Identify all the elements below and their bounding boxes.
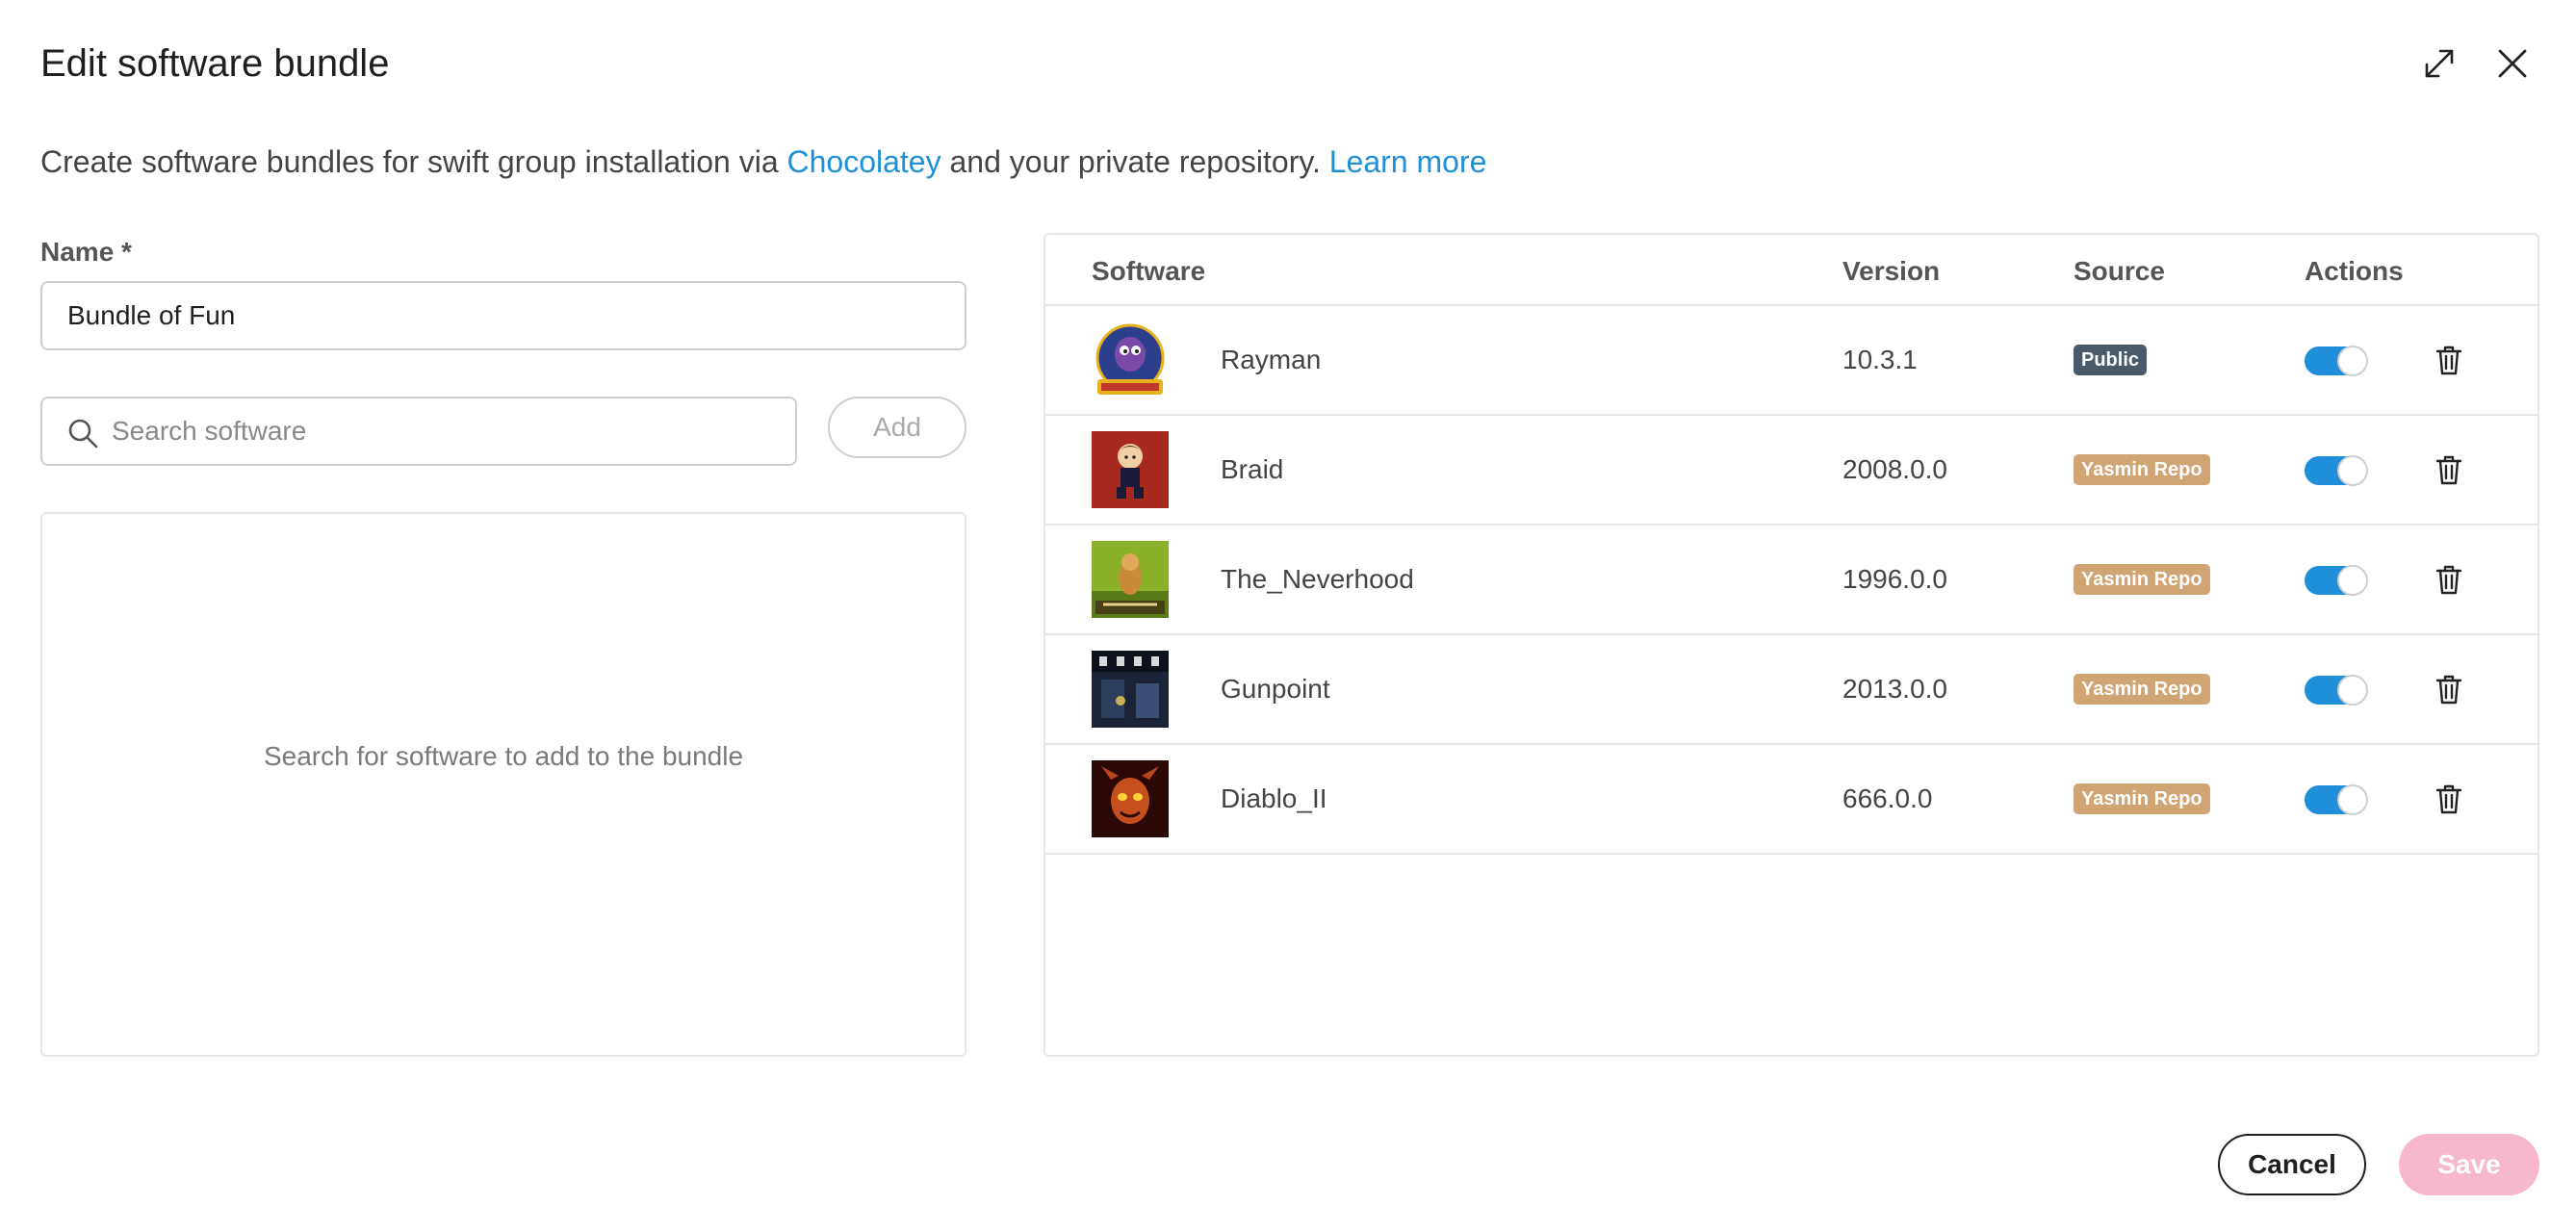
search-icon <box>65 416 100 450</box>
source-badge: Public <box>2074 345 2148 375</box>
enable-toggle[interactable] <box>2305 784 2368 815</box>
toggle-knob <box>2337 565 2368 596</box>
toggle-knob <box>2337 784 2368 815</box>
table-row: Braid 2008.0.0 Yasmin Repo <box>1045 416 2537 526</box>
toggle-knob <box>2337 455 2368 486</box>
software-version: 1996.0.0 <box>1842 564 1947 594</box>
software-table: Software Version Source Actions Rayman 1… <box>1043 233 2539 1057</box>
software-name: Gunpoint <box>1221 674 1330 704</box>
trash-icon[interactable] <box>2432 562 2466 597</box>
software-version: 666.0.0 <box>1842 783 1933 813</box>
header-actions: Actions <box>2305 256 2404 286</box>
table-header: Software Version Source Actions <box>1045 235 2537 306</box>
source-badge: Yasmin Repo <box>2074 454 2210 485</box>
enable-toggle[interactable] <box>2305 675 2368 706</box>
toggle-knob <box>2337 346 2368 376</box>
cancel-button[interactable]: Cancel <box>2218 1134 2366 1195</box>
enable-toggle[interactable] <box>2305 346 2368 376</box>
enable-toggle[interactable] <box>2305 565 2368 596</box>
description-text: Create software bundles for swift group … <box>40 144 787 179</box>
learn-more-link[interactable]: Learn more <box>1329 144 1487 179</box>
braid-thumbnail <box>1092 431 1169 508</box>
description-text-2: and your private repository. <box>940 144 1329 179</box>
source-badge: Yasmin Repo <box>2074 674 2210 705</box>
neverhood-thumbnail <box>1092 541 1169 618</box>
trash-icon[interactable] <box>2432 782 2466 816</box>
name-input[interactable] <box>40 281 966 350</box>
search-input[interactable] <box>112 398 786 464</box>
header-source: Source <box>2074 256 2165 286</box>
trash-icon[interactable] <box>2432 343 2466 377</box>
software-name: The_Neverhood <box>1221 564 1414 594</box>
expand-icon[interactable] <box>2420 44 2459 83</box>
table-row: The_Neverhood 1996.0.0 Yasmin Repo <box>1045 526 2537 635</box>
enable-toggle[interactable] <box>2305 455 2368 486</box>
software-name: Rayman <box>1221 345 1322 374</box>
search-results-panel: Search for software to add to the bundle <box>40 512 966 1057</box>
close-icon[interactable] <box>2493 44 2532 83</box>
source-badge: Yasmin Repo <box>2074 783 2210 814</box>
table-row: Gunpoint 2013.0.0 Yasmin Repo <box>1045 635 2537 745</box>
search-field[interactable] <box>40 397 797 466</box>
description: Create software bundles for swift group … <box>40 144 1486 180</box>
gunpoint-thumbnail <box>1092 651 1169 728</box>
software-version: 2008.0.0 <box>1842 454 1947 484</box>
software-name: Braid <box>1221 454 1284 484</box>
software-version: 10.3.1 <box>1842 345 1918 374</box>
trash-icon[interactable] <box>2432 672 2466 706</box>
chocolatey-link[interactable]: Chocolatey <box>787 144 941 179</box>
trash-icon[interactable] <box>2432 452 2466 487</box>
add-button[interactable]: Add <box>828 397 966 458</box>
dialog-title: Edit software bundle <box>40 42 390 85</box>
source-badge: Yasmin Repo <box>2074 564 2210 595</box>
header-version: Version <box>1842 256 1941 286</box>
software-version: 2013.0.0 <box>1842 674 1947 704</box>
empty-state-message: Search for software to add to the bundle <box>263 741 744 771</box>
toggle-knob <box>2337 675 2368 706</box>
table-row: Rayman 10.3.1 Public <box>1045 306 2537 416</box>
header-software: Software <box>1092 256 1206 286</box>
rayman-thumbnail <box>1092 321 1169 398</box>
name-label: Name * <box>40 237 132 267</box>
save-button[interactable]: Save <box>2399 1134 2539 1195</box>
software-name: Diablo_II <box>1221 783 1327 813</box>
diablo-thumbnail <box>1092 760 1169 837</box>
table-row: Diablo_II 666.0.0 Yasmin Repo <box>1045 745 2537 855</box>
